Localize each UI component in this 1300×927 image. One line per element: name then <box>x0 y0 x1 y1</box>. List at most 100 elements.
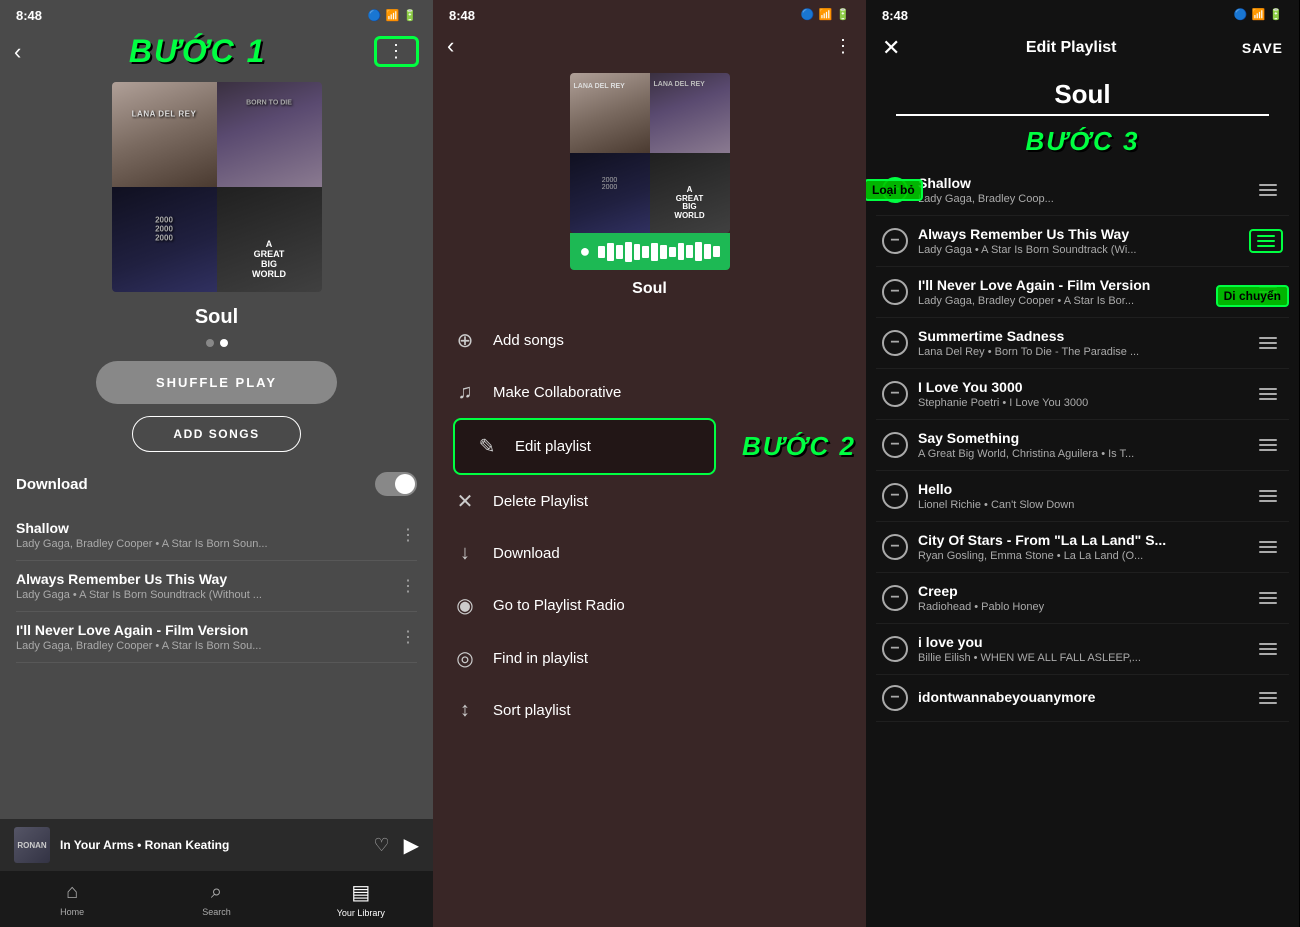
three-dots-icon-2[interactable]: ⋮ <box>834 36 852 57</box>
remove-button-3[interactable]: − <box>882 279 908 305</box>
menu-button-highlight-box[interactable]: ⋮ <box>374 36 419 67</box>
song-item-3[interactable]: I'll Never Love Again - Film Version Lad… <box>16 612 417 663</box>
panel-1: 8:48 🔵 📶 🔋 ‹ BƯỚC 1 ⋮ LANA DEL REY BORN … <box>0 0 433 927</box>
edit-icon: ✎ <box>475 434 499 459</box>
edit-song-item-9[interactable]: − Creep Radiohead • Pablo Honey <box>876 573 1289 624</box>
song-list-1: Shallow Lady Gaga, Bradley Cooper • A St… <box>0 510 433 663</box>
drag-handle-2[interactable] <box>1249 229 1283 253</box>
song-dots-1[interactable]: ⋮ <box>400 525 417 545</box>
download-label: Download <box>16 476 88 493</box>
menu-sort[interactable]: ↕ Sort playlist <box>433 685 866 736</box>
edit-song-item-5[interactable]: − I Love You 3000 Stephanie Poetri • I L… <box>876 369 1289 420</box>
save-button[interactable]: SAVE <box>1242 40 1283 56</box>
buoc2-row: ✎ Edit playlist BƯỚC 2 <box>433 418 866 475</box>
three-dots-icon-1[interactable]: ⋮ <box>387 41 406 62</box>
play-icon[interactable]: ▶ <box>404 833 419 858</box>
time-3: 8:48 <box>882 8 908 23</box>
playlist-title-1: Soul <box>0 306 433 329</box>
remove-button-5[interactable]: − <box>882 381 908 407</box>
spotify-bar: ● <box>570 233 730 270</box>
edit-song-item-1[interactable]: − Shallow Lady Gaga, Bradley Coop... Loạ… <box>876 165 1289 216</box>
playlist-name-input[interactable]: Soul <box>896 69 1269 116</box>
menu-add-songs[interactable]: ⊕ Add songs <box>433 314 866 367</box>
menu-make-collab[interactable]: ♫ Make Collaborative <box>433 367 866 418</box>
time-1: 8:48 <box>16 8 42 23</box>
context-menu: ⊕ Add songs ♫ Make Collaborative ✎ Edit … <box>433 314 866 736</box>
time-2: 8:48 <box>449 8 475 23</box>
song-item-2[interactable]: Always Remember Us This Way Lady Gaga • … <box>16 561 417 612</box>
remove-button-6[interactable]: − <box>882 432 908 458</box>
edit-song-item-8[interactable]: − City Of Stars - From "La La Land" S...… <box>876 522 1289 573</box>
edit-song-info-10: i love you Billie Eilish • WHEN WE ALL F… <box>918 634 1253 664</box>
drag-handle-5[interactable] <box>1253 384 1283 404</box>
download-icon: ↓ <box>453 542 477 565</box>
status-bar-2: 8:48 🔵 📶 🔋 <box>433 0 866 27</box>
remove-button-11[interactable]: − <box>882 685 908 711</box>
drag-handle-9[interactable] <box>1253 588 1283 608</box>
top-bar-3: ✕ Edit Playlist SAVE <box>866 27 1299 69</box>
drag-handle-10[interactable] <box>1253 639 1283 659</box>
edit-song-item-7[interactable]: − Hello Lionel Richie • Can't Slow Down <box>876 471 1289 522</box>
menu-find[interactable]: ◎ Find in playlist <box>433 632 866 685</box>
drag-handle-6[interactable] <box>1253 435 1283 455</box>
heart-icon[interactable]: ♡ <box>373 835 389 856</box>
edit-song-list: − Shallow Lady Gaga, Bradley Coop... Loạ… <box>866 165 1299 722</box>
remove-button-10[interactable]: − <box>882 636 908 662</box>
art-cell-3: 200020002000 <box>112 187 217 292</box>
nav-search[interactable]: ⌕ Search <box>144 881 288 917</box>
menu-edit-playlist[interactable]: ✎ Edit playlist <box>453 418 716 475</box>
loaibo-annotation: Loại bỏ <box>866 179 923 201</box>
remove-button-8[interactable]: − <box>882 534 908 560</box>
remove-button-4[interactable]: − <box>882 330 908 356</box>
p2-art-2: LANA DEL REY <box>650 73 730 153</box>
menu-delete-playlist[interactable]: ✕ Delete Playlist <box>433 475 866 528</box>
drag-handle-7[interactable] <box>1253 486 1283 506</box>
edit-song-info-5: I Love You 3000 Stephanie Poetri • I Lov… <box>918 379 1253 409</box>
remove-button-7[interactable]: − <box>882 483 908 509</box>
song-dots-3[interactable]: ⋮ <box>400 627 417 647</box>
edit-song-info-3: I'll Never Love Again - Film Version Lad… <box>918 277 1253 307</box>
top-bar-2: ‹ ⋮ <box>433 27 866 63</box>
toggle-knob <box>395 474 415 494</box>
drag-handle-4[interactable] <box>1253 333 1283 353</box>
p2-art-4: AGREATBIGWORLD <box>650 153 730 233</box>
song-item-1[interactable]: Shallow Lady Gaga, Bradley Cooper • A St… <box>16 510 417 561</box>
download-toggle[interactable] <box>375 472 417 496</box>
menu-radio[interactable]: ◉ Go to Playlist Radio <box>433 579 866 632</box>
edit-song-item-10[interactable]: − i love you Billie Eilish • WHEN WE ALL… <box>876 624 1289 675</box>
art-cell-2: BORN TO DIE <box>217 82 322 187</box>
p2-art-1: LANA DEL REY <box>570 73 650 153</box>
add-songs-button-1[interactable]: ADD SONGS <box>132 416 300 452</box>
shuffle-play-button[interactable]: SHUFFLE PLAY <box>96 361 337 404</box>
song-dots-2[interactable]: ⋮ <box>400 576 417 596</box>
edit-song-item-4[interactable]: − Summertime Sadness Lana Del Rey • Born… <box>876 318 1289 369</box>
menu-download[interactable]: ↓ Download <box>433 528 866 579</box>
drag-handle-1[interactable] <box>1253 180 1283 200</box>
remove-button-9[interactable]: − <box>882 585 908 611</box>
now-playing-controls: ♡ ▶ <box>373 833 419 858</box>
drag-handle-11[interactable] <box>1253 688 1283 708</box>
close-button[interactable]: ✕ <box>882 35 900 61</box>
now-playing-title: In Your Arms • Ronan Keating <box>60 838 363 852</box>
dichuy-annotation: Di chuyển <box>1216 285 1289 307</box>
edit-song-info-4: Summertime Sadness Lana Del Rey • Born T… <box>918 328 1253 358</box>
edit-song-info-1: Shallow Lady Gaga, Bradley Coop... <box>918 175 1253 205</box>
edit-song-info-6: Say Something A Great Big World, Christi… <box>918 430 1253 460</box>
edit-song-item-6[interactable]: − Say Something A Great Big World, Chris… <box>876 420 1289 471</box>
nav-library[interactable]: ▤ Your Library <box>289 880 433 918</box>
back-button-1[interactable]: ‹ <box>14 39 21 65</box>
panel-2-title: Soul <box>433 280 866 298</box>
now-playing-bar[interactable]: RONAN In Your Arms • Ronan Keating ♡ ▶ <box>0 819 433 871</box>
top-bar-1: ‹ BƯỚC 1 ⋮ <box>0 27 433 74</box>
status-bar-1: 8:48 🔵 📶 🔋 <box>0 0 433 27</box>
edit-song-info-8: City Of Stars - From "La La Land" S... R… <box>918 532 1253 562</box>
nav-home[interactable]: ⌂ Home <box>0 881 144 917</box>
panel-2-art: LANA DEL REY LANA DEL REY 20002000 AGREA… <box>570 73 730 270</box>
edit-song-item-2[interactable]: − Always Remember Us This Way Lady Gaga … <box>876 216 1289 267</box>
edit-song-item-11[interactable]: − idontwannabeyouanymore <box>876 675 1289 722</box>
back-button-2[interactable]: ‹ <box>447 33 454 59</box>
p2-art-3: 20002000 <box>570 153 650 233</box>
status-bar-3: 8:48 🔵 📶 🔋 <box>866 0 1299 27</box>
remove-button-2[interactable]: − <box>882 228 908 254</box>
drag-handle-8[interactable] <box>1253 537 1283 557</box>
